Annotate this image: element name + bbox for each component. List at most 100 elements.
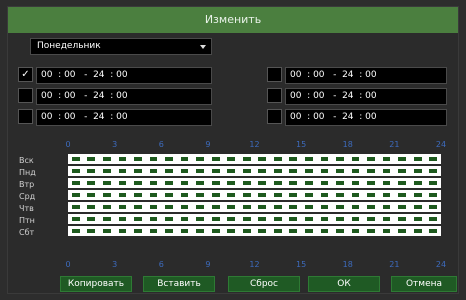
schedule-row[interactable] — [68, 214, 441, 224]
hour-cell[interactable] — [149, 205, 158, 209]
period-1-time[interactable]: 00 : 00 - 24 : 00 — [36, 67, 212, 84]
hour-cell[interactable] — [413, 181, 422, 185]
hour-cell[interactable] — [398, 229, 407, 233]
period-5-checkbox[interactable] — [267, 88, 282, 103]
hour-cell[interactable] — [118, 205, 127, 209]
hour-cell[interactable] — [429, 205, 438, 209]
hour-cell[interactable] — [367, 157, 375, 161]
hour-cell[interactable] — [367, 193, 375, 197]
hour-cell[interactable] — [227, 205, 236, 209]
hour-cell[interactable] — [102, 157, 111, 161]
hour-cell[interactable] — [211, 181, 220, 185]
hour-cell[interactable] — [211, 193, 220, 197]
schedule-row[interactable] — [68, 226, 441, 236]
hour-cell[interactable] — [71, 193, 80, 197]
hour-cell[interactable] — [320, 193, 329, 197]
hour-cell[interactable] — [227, 157, 236, 161]
hour-cell[interactable] — [351, 193, 360, 197]
hour-cell[interactable] — [71, 217, 80, 221]
hour-cell[interactable] — [196, 229, 204, 233]
hour-cell[interactable] — [289, 157, 298, 161]
hour-cell[interactable] — [273, 169, 282, 173]
hour-cell[interactable] — [305, 217, 313, 221]
hour-cell[interactable] — [242, 217, 251, 221]
hour-cell[interactable] — [305, 157, 313, 161]
hour-cell[interactable] — [211, 217, 220, 221]
hour-cell[interactable] — [413, 217, 422, 221]
hour-cell[interactable] — [336, 217, 344, 221]
hour-cell[interactable] — [336, 181, 344, 185]
hour-cell[interactable] — [289, 169, 298, 173]
copy-button[interactable]: Копировать — [60, 276, 132, 292]
period-5-time[interactable]: 00 : 00 - 24 : 00 — [285, 88, 447, 105]
hour-cell[interactable] — [305, 169, 313, 173]
hour-cell[interactable] — [367, 229, 375, 233]
hour-cell[interactable] — [196, 169, 204, 173]
hour-cell[interactable] — [102, 205, 111, 209]
hour-cell[interactable] — [273, 205, 282, 209]
hour-cell[interactable] — [165, 229, 173, 233]
hour-cell[interactable] — [71, 205, 80, 209]
hour-cell[interactable] — [336, 229, 344, 233]
hour-cell[interactable] — [71, 157, 80, 161]
hour-cell[interactable] — [429, 169, 438, 173]
hour-cell[interactable] — [102, 181, 111, 185]
hour-cell[interactable] — [351, 181, 360, 185]
hour-cell[interactable] — [320, 205, 329, 209]
hour-cell[interactable] — [102, 229, 111, 233]
hour-cell[interactable] — [382, 181, 391, 185]
hour-cell[interactable] — [196, 205, 204, 209]
period-4-checkbox[interactable] — [267, 67, 282, 82]
hour-cell[interactable] — [258, 229, 267, 233]
hour-cell[interactable] — [118, 169, 127, 173]
hour-cell[interactable] — [351, 157, 360, 161]
hour-cell[interactable] — [180, 205, 189, 209]
hour-cell[interactable] — [71, 169, 80, 173]
hour-cell[interactable] — [429, 157, 438, 161]
hour-cell[interactable] — [196, 181, 204, 185]
hour-cell[interactable] — [429, 217, 438, 221]
hour-cell[interactable] — [273, 217, 282, 221]
hour-cell[interactable] — [134, 157, 142, 161]
hour-cell[interactable] — [71, 229, 80, 233]
hour-cell[interactable] — [211, 205, 220, 209]
schedule-row[interactable] — [68, 166, 441, 176]
hour-cell[interactable] — [351, 169, 360, 173]
ok-button[interactable]: ОК — [308, 276, 380, 292]
hour-cell[interactable] — [367, 169, 375, 173]
hour-cell[interactable] — [134, 205, 142, 209]
hour-cell[interactable] — [149, 181, 158, 185]
hour-cell[interactable] — [382, 217, 391, 221]
hour-cell[interactable] — [87, 217, 96, 221]
hour-cell[interactable] — [242, 181, 251, 185]
hour-cell[interactable] — [413, 157, 422, 161]
hour-cell[interactable] — [413, 229, 422, 233]
hour-cell[interactable] — [87, 205, 96, 209]
hour-cell[interactable] — [87, 157, 96, 161]
hour-cell[interactable] — [149, 217, 158, 221]
hour-cell[interactable] — [118, 157, 127, 161]
hour-cell[interactable] — [149, 193, 158, 197]
hour-cell[interactable] — [227, 229, 236, 233]
cancel-button[interactable]: Отмена — [391, 276, 457, 292]
period-6-time[interactable]: 00 : 00 - 24 : 00 — [285, 109, 447, 126]
hour-cell[interactable] — [367, 205, 375, 209]
hour-cell[interactable] — [165, 193, 173, 197]
schedule-grid[interactable] — [68, 154, 441, 252]
hour-cell[interactable] — [258, 217, 267, 221]
period-3-time[interactable]: 00 : 00 - 24 : 00 — [36, 109, 212, 126]
hour-cell[interactable] — [87, 181, 96, 185]
hour-cell[interactable] — [71, 181, 80, 185]
hour-cell[interactable] — [102, 169, 111, 173]
hour-cell[interactable] — [320, 157, 329, 161]
hour-cell[interactable] — [367, 217, 375, 221]
hour-cell[interactable] — [242, 157, 251, 161]
hour-cell[interactable] — [180, 229, 189, 233]
hour-cell[interactable] — [149, 229, 158, 233]
hour-cell[interactable] — [211, 229, 220, 233]
hour-cell[interactable] — [273, 193, 282, 197]
hour-cell[interactable] — [211, 157, 220, 161]
hour-cell[interactable] — [165, 169, 173, 173]
hour-cell[interactable] — [87, 169, 96, 173]
hour-cell[interactable] — [273, 181, 282, 185]
